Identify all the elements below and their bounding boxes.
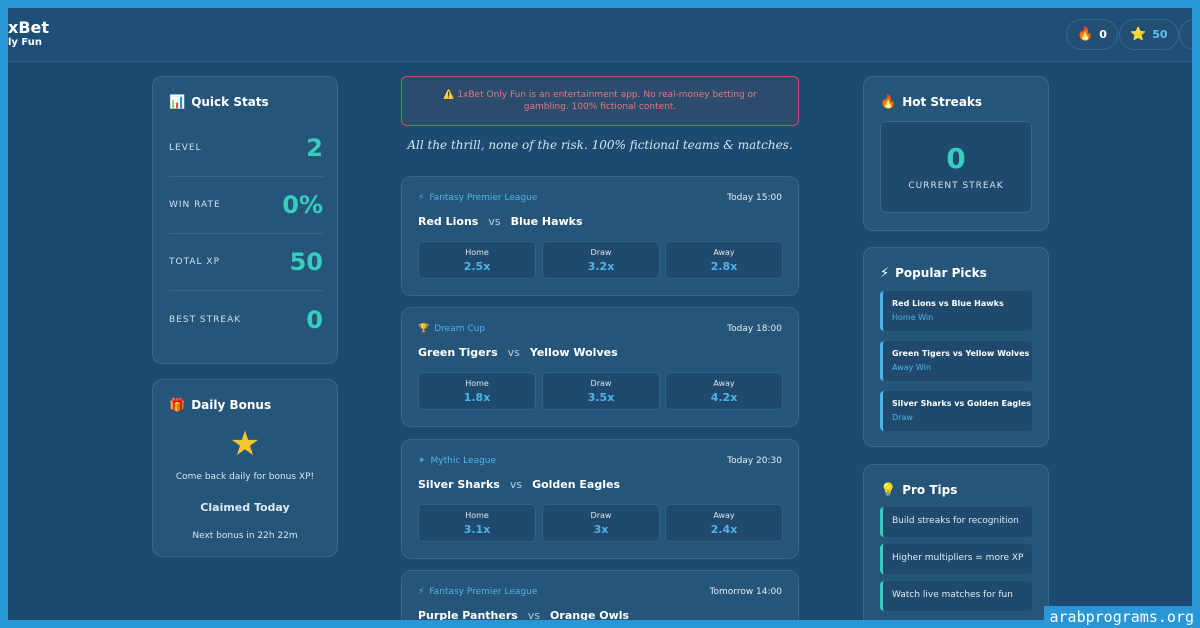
match-card: ✴ Mythic League Today 20:30 Silver Shark… xyxy=(401,439,799,559)
lightning-icon: ⚡ xyxy=(418,587,425,597)
bonus-countdown: Next bonus in 22h 22m xyxy=(192,531,298,541)
match-time: Tomorrow 14:00 xyxy=(709,587,782,597)
away-team: Blue Hawks xyxy=(510,215,583,228)
match-teams: Purple Panthers vs Orange Owls xyxy=(418,609,629,620)
current-streak-box: 0 CURRENT STREAK xyxy=(880,121,1032,213)
star-icon: ★ xyxy=(229,424,261,464)
pro-tip-item: Build streaks for recognition xyxy=(880,507,1032,537)
menu-pill[interactable] xyxy=(1179,19,1192,50)
popular-pick-item[interactable]: Silver Sharks vs Golden Eagles Draw xyxy=(880,391,1032,431)
pro-tips-card: 💡 Pro Tips Build streaks for recognition… xyxy=(863,464,1049,620)
odds-button-home[interactable]: Home 3.1x xyxy=(418,504,536,542)
quick-stats-card: 📊 Quick Stats LEVEL 2 WIN RATE 0% TOTAL … xyxy=(152,76,338,364)
match-teams: Red Lions vs Blue Hawks xyxy=(418,215,583,228)
stat-value: 50 xyxy=(289,248,323,276)
pro-tip-item: Higher multipliers = more XP xyxy=(880,544,1032,574)
bonus-claim-status[interactable]: Claimed Today xyxy=(153,501,337,514)
lightbulb-icon: 💡 xyxy=(880,482,897,498)
tagline: All the thrill, none of the risk. 100% f… xyxy=(407,138,793,152)
match-teams: Silver Sharks vs Golden Eagles xyxy=(418,478,620,491)
vs-label: vs xyxy=(488,215,501,228)
fire-count: 0 xyxy=(1099,28,1107,41)
popular-pick-item[interactable]: Green Tigers vs Yellow Wolves Away Win xyxy=(880,341,1032,381)
home-team: Silver Sharks xyxy=(418,478,500,491)
stat-label: LEVEL xyxy=(169,143,202,153)
odds-button-away[interactable]: Away 2.8x xyxy=(665,241,783,279)
match-league: ⚡ Fantasy Premier League xyxy=(418,193,538,203)
stat-label: WIN RATE xyxy=(169,200,221,210)
vs-label: vs xyxy=(527,609,541,620)
stat-value: 0 xyxy=(306,305,323,334)
popular-pick-item[interactable]: Red Lions vs Blue Hawks Home Win xyxy=(880,291,1032,331)
daily-bonus-card: 🎁 Daily Bonus ★ Come back daily for bonu… xyxy=(152,379,338,557)
bonus-message: Come back daily for bonus XP! xyxy=(175,472,315,482)
lightning-icon: ⚡ xyxy=(880,265,890,281)
away-team: Orange Owls xyxy=(550,609,630,620)
hot-streaks-title: 🔥 Hot Streaks xyxy=(880,94,983,110)
match-league: 🏆 Dream Cup xyxy=(418,324,486,334)
away-team: Yellow Wolves xyxy=(529,346,618,359)
match-card: ⚡ Fantasy Premier League Today 15:00 Red… xyxy=(401,176,799,296)
stat-value: 0% xyxy=(282,191,323,219)
trophy-icon: 🏆 xyxy=(418,324,430,334)
match-card: 🏆 Dream Cup Today 18:00 Green Tigers vs … xyxy=(401,307,799,427)
odds-button-draw[interactable]: Draw 3.2x xyxy=(542,241,660,279)
stat-label: BEST STREAK xyxy=(169,314,242,325)
odds-button-home[interactable]: Home 1.8x xyxy=(418,372,536,410)
odds-button-home[interactable]: Home 2.5x xyxy=(418,241,536,279)
odds-button-draw[interactable]: Draw 3.5x xyxy=(542,372,660,410)
xp-counter-pill[interactable]: ⭐ 50 xyxy=(1119,19,1179,50)
home-team: Red Lions xyxy=(418,215,479,228)
sparkle-icon: ✴ xyxy=(418,456,426,466)
match-card: ⚡ Fantasy Premier League Tomorrow 14:00 … xyxy=(401,570,799,620)
watermark: arabprograms.org xyxy=(1043,606,1200,628)
alert-text: 1xBet Only Fun is an entertainment app. … xyxy=(457,90,757,113)
stat-label: TOTAL XP xyxy=(169,257,221,267)
odds-button-draw[interactable]: Draw 3x xyxy=(542,504,660,542)
stat-row-best-streak: BEST STREAK 0 xyxy=(169,291,323,348)
pro-tip-item: Watch live matches for fun xyxy=(880,581,1032,611)
stat-row-win-rate: WIN RATE 0% xyxy=(169,177,323,234)
gift-icon: 🎁 xyxy=(169,397,186,413)
app-frame: xBet ly Fun 🔥 0 ⭐ 50 📊 Quick Stats LEVEL… xyxy=(8,8,1192,620)
stat-row-level: LEVEL 2 xyxy=(169,120,323,177)
match-time: Today 15:00 xyxy=(727,193,782,203)
warning-icon: ⚠️ xyxy=(443,90,455,100)
brand-logo[interactable]: xBet ly Fun xyxy=(8,20,49,48)
match-league: ✴ Mythic League xyxy=(418,456,497,466)
match-time: Today 18:00 xyxy=(727,324,782,334)
star-count: 50 xyxy=(1152,28,1168,41)
lightning-icon: ⚡ xyxy=(418,193,425,203)
home-team: Green Tigers xyxy=(418,346,498,359)
quick-stats-title: 📊 Quick Stats xyxy=(169,94,269,110)
bar-chart-icon: 📊 xyxy=(169,94,186,110)
streak-counter-pill[interactable]: 🔥 0 xyxy=(1066,19,1118,50)
vs-label: vs xyxy=(509,478,523,491)
daily-bonus-title: 🎁 Daily Bonus xyxy=(169,397,272,413)
current-streak-label: CURRENT STREAK xyxy=(908,181,1004,191)
disclaimer-alert: ⚠️ 1xBet Only Fun is an entertainment ap… xyxy=(401,76,799,126)
stat-row-total-xp: TOTAL XP 50 xyxy=(169,234,323,291)
pro-tips-title: 💡 Pro Tips xyxy=(880,482,958,498)
popular-picks-card: ⚡ Popular Picks Red Lions vs Blue Hawks … xyxy=(863,247,1049,447)
vs-label: vs xyxy=(507,346,520,359)
hot-streaks-card: 🔥 Hot Streaks 0 CURRENT STREAK xyxy=(863,76,1049,231)
match-league: ⚡ Fantasy Premier League xyxy=(418,587,538,597)
current-streak-value: 0 xyxy=(946,142,966,175)
match-teams: Green Tigers vs Yellow Wolves xyxy=(418,346,618,359)
home-team: Purple Panthers xyxy=(418,609,518,620)
stat-value: 2 xyxy=(306,134,323,162)
fire-icon: 🔥 xyxy=(1077,27,1094,42)
odds-button-away[interactable]: Away 2.4x xyxy=(665,504,783,542)
star-icon: ⭐ xyxy=(1130,27,1147,42)
fire-icon: 🔥 xyxy=(880,94,897,110)
away-team: Golden Eagles xyxy=(532,478,621,491)
popular-picks-title: ⚡ Popular Picks xyxy=(880,265,987,281)
brand-line-1: xBet xyxy=(8,18,50,37)
top-bar: xBet ly Fun 🔥 0 ⭐ 50 xyxy=(8,8,1192,62)
odds-button-away[interactable]: Away 4.2x xyxy=(665,372,783,410)
match-time: Today 20:30 xyxy=(727,456,782,466)
brand-line-2: ly Fun xyxy=(8,37,42,48)
